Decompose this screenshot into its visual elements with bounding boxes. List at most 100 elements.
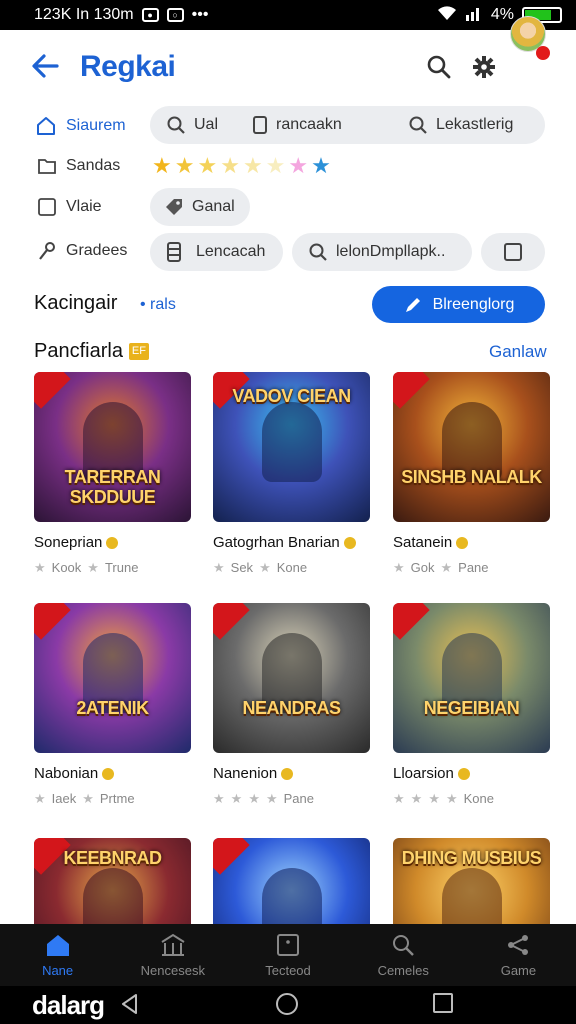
star-icon[interactable]: ★	[288, 154, 308, 178]
game-name: Nanenion	[213, 765, 370, 782]
star-icon: ★	[265, 791, 278, 806]
home-circle-icon[interactable]	[275, 992, 299, 1021]
chip-ual[interactable]: Ual	[166, 115, 218, 135]
game-thumbnail[interactable]: NEGEIBIAN	[393, 603, 550, 753]
pencil-icon	[405, 297, 420, 312]
game-thumbnail[interactable]: SINSHB NALALK	[393, 372, 550, 522]
recents-square-icon[interactable]	[432, 992, 454, 1019]
star-rating-filter[interactable]: ★ ★ ★ ★ ★ ★ ★ ★	[152, 154, 331, 178]
home-outline-icon	[37, 117, 55, 135]
list-icon	[167, 242, 181, 262]
page-title: Regkai	[80, 50, 176, 83]
star-icon: ★	[428, 791, 440, 806]
arrow-left-icon[interactable]	[30, 52, 60, 80]
game-art-title: TARERRAN SKDDUUE	[64, 467, 161, 507]
filter-row-4-label[interactable]: Gradees	[38, 241, 127, 261]
section-title: Pancfiarla EF	[34, 340, 149, 363]
game-card[interactable]: VADOV CIEAN Gatogrhan Bnarian ★ Sek ★ Kone	[213, 372, 370, 576]
battery-percent: 4%	[490, 6, 514, 23]
share-icon	[508, 934, 529, 955]
game-card[interactable]: SINSHB NALALK Satanein ★ Gok ★ Pane	[393, 372, 550, 576]
bank-icon	[161, 933, 185, 956]
app-screen: 123K In 130m ● ○ ••• 4% Regkai Siaurem U…	[0, 0, 576, 1024]
game-card[interactable]: NEGEIBIAN Lloarsion ★ ★ ★ ★ Kone	[393, 603, 550, 807]
chip-lencacah[interactable]: Lencacah	[150, 233, 283, 271]
star-icon: ★	[87, 560, 99, 575]
see-all-link[interactable]: Ganlaw	[489, 342, 547, 362]
chip-ganal[interactable]: Ganal	[150, 188, 250, 226]
section-title: Kacingair	[34, 292, 118, 314]
nav-item-game[interactable]: Game	[461, 924, 576, 986]
system-nav-bar: dalarg	[0, 986, 576, 1024]
game-card[interactable]: NEANDRAS Nanenion ★ ★ ★ ★ Pane	[213, 603, 370, 807]
bottom-nav: Nane Nencesesk Tecteod Cemeles Game	[0, 924, 576, 986]
nav-item-nencesesk[interactable]: Nencesesk	[115, 924, 230, 986]
section-subtitle: • rals	[140, 296, 176, 313]
star-icon[interactable]: ★	[220, 154, 240, 178]
game-name: Lloarsion	[393, 765, 550, 782]
filter-row-2-label[interactable]: Sandas	[38, 157, 120, 175]
star-icon[interactable]: ★	[152, 154, 172, 178]
star-icon: ★	[213, 791, 225, 806]
star-icon[interactable]: ★	[311, 154, 331, 178]
search-icon[interactable]	[426, 54, 452, 80]
star-icon: ★	[440, 560, 453, 575]
chip-rancaakn[interactable]: rancaakn	[252, 116, 342, 134]
game-thumbnail[interactable]: TARERRAN SKDDUUE	[34, 372, 191, 522]
coin-icon	[456, 536, 469, 549]
game-name: Soneprian	[34, 534, 191, 551]
game-thumbnail[interactable]: NEANDRAS	[213, 603, 370, 753]
game-art-figure	[261, 402, 322, 482]
section-badge: EF	[128, 343, 149, 360]
notification-icon: ●	[141, 8, 159, 22]
nav-item-cemeles[interactable]: Cemeles	[346, 924, 461, 986]
coin-icon	[102, 767, 115, 780]
coin-icon	[281, 767, 294, 780]
game-art-title: 2ATENIK	[76, 698, 149, 718]
star-icon[interactable]: ★	[175, 154, 195, 178]
star-icon[interactable]: ★	[243, 154, 263, 178]
nav-item-tecteod[interactable]: Tecteod	[230, 924, 345, 986]
back-triangle-icon[interactable]	[118, 992, 142, 1021]
filter-label: Siaurem	[66, 117, 126, 134]
more-icon: •••	[191, 6, 209, 23]
game-thumbnail[interactable]: 2ATENIK	[34, 603, 191, 753]
game-meta: ★ Gok ★ Pane	[393, 560, 489, 575]
gear-icon[interactable]	[471, 54, 497, 80]
star-icon: ★	[82, 791, 94, 806]
game-meta: ★ ★ ★ ★ Pane	[213, 791, 314, 806]
nav-item-home[interactable]: Nane	[0, 924, 115, 986]
primary-action-button[interactable]: Blreenglorg	[372, 286, 545, 323]
game-thumbnail[interactable]: VADOV CIEAN	[213, 372, 370, 522]
game-art-title: NEANDRAS	[242, 698, 341, 718]
filter-row-3-label[interactable]: Vlaie	[38, 198, 102, 216]
system-brand: dalarg	[32, 990, 105, 1020]
filter-row-1-label[interactable]: Siaurem	[36, 116, 126, 136]
star-icon: ★	[34, 560, 46, 575]
tablet-icon	[277, 933, 299, 956]
notification-dot	[536, 46, 550, 60]
game-art-title: KEEBNRAD	[63, 848, 162, 868]
corner-ribbon	[34, 372, 71, 409]
square-icon	[253, 116, 267, 134]
wifi-icon	[437, 5, 457, 26]
star-icon: ★	[445, 791, 458, 806]
chip-search-field[interactable]: lelonDmpllapk..	[292, 233, 472, 271]
game-art-title: SINSHB NALALK	[401, 467, 542, 487]
corner-ribbon	[393, 372, 430, 409]
game-name: Gatogrhan Bnarian	[213, 534, 370, 551]
status-bar: 123K In 130m ● ○ ••• 4%	[0, 0, 576, 30]
game-card[interactable]: 2ATENIK Nabonian ★ Iaek ★ Prtme	[34, 603, 191, 807]
coin-icon	[343, 536, 356, 549]
game-art-title: DHING MUSBIUS	[401, 848, 542, 868]
game-card[interactable]: TARERRAN SKDDUUE Soneprian ★ Kook ★ Trune	[34, 372, 191, 576]
star-icon[interactable]: ★	[197, 154, 217, 178]
star-icon[interactable]: ★	[266, 154, 286, 178]
key-icon	[39, 242, 55, 260]
chip-lekastlerig[interactable]: Lekastlerig	[408, 115, 513, 135]
chip-checkbox[interactable]	[481, 233, 545, 271]
star-icon: ★	[230, 791, 243, 806]
home-icon	[46, 934, 69, 956]
coin-icon	[457, 767, 470, 780]
corner-ribbon	[393, 603, 430, 640]
